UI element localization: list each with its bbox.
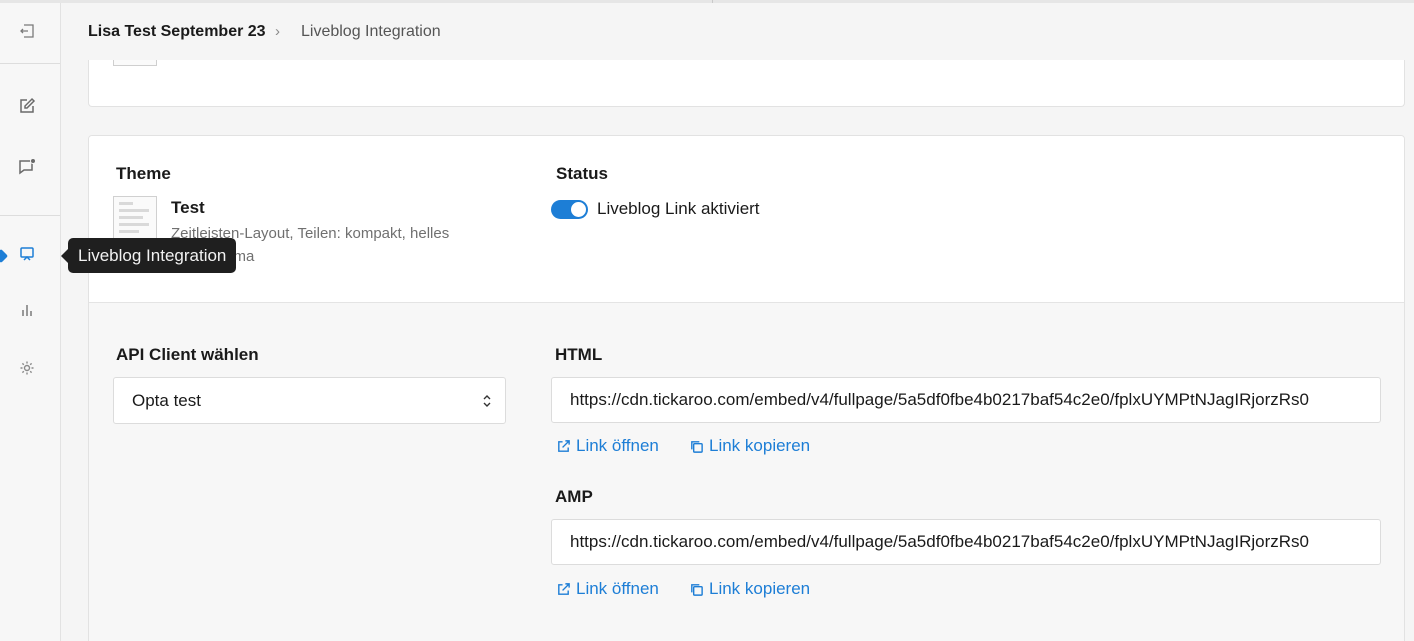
api-client-label: API Client wählen [116, 345, 259, 364]
previous-card [88, 60, 1405, 107]
monitor-icon[interactable] [17, 244, 37, 264]
gear-icon[interactable] [17, 358, 37, 378]
html-label: HTML [555, 345, 603, 364]
external-link-icon [558, 582, 570, 595]
html-open-link[interactable]: Link öffnen [556, 436, 659, 456]
liveblog-link-toggle[interactable] [551, 200, 588, 219]
breadcrumb: Lisa Test September 23 › Liveblog Integr… [61, 3, 1414, 60]
sidebar-divider [0, 215, 60, 216]
theme-label: Theme [116, 164, 171, 183]
copy-icon [691, 440, 703, 453]
collapse-icon[interactable] [17, 21, 37, 41]
html-url-field[interactable] [551, 377, 1381, 423]
status-label: Status [556, 164, 608, 183]
integration-card: Theme Test Zeitleisten-Layout, Teilen: k… [88, 135, 1405, 641]
theme-thumbnail [113, 60, 157, 66]
breadcrumb-separator: › [275, 23, 280, 40]
toggle-label: Liveblog Link aktiviert [597, 199, 760, 218]
sidebar [0, 3, 61, 641]
amp-copy-link[interactable]: Link kopieren [689, 579, 810, 599]
html-copy-link[interactable]: Link kopieren [689, 436, 810, 456]
bar-chart-icon[interactable] [17, 300, 37, 320]
html-copy-link-label: Link kopieren [709, 436, 811, 455]
breadcrumb-parent[interactable]: Lisa Test September 23 [88, 22, 266, 42]
toggle-knob [571, 202, 586, 217]
amp-open-link-label: Link öffnen [576, 579, 659, 598]
sidebar-tooltip: Liveblog Integration [60, 238, 237, 273]
amp-open-link[interactable]: Link öffnen [556, 579, 659, 599]
breadcrumb-current: Liveblog Integration [301, 23, 441, 40]
copy-icon [691, 583, 703, 596]
amp-copy-link-label: Link kopieren [709, 579, 811, 598]
html-open-link-label: Link öffnen [576, 436, 659, 455]
api-client-select[interactable]: Opta test [113, 377, 506, 424]
theme-status-section: Theme Test Zeitleisten-Layout, Teilen: k… [89, 136, 1404, 303]
active-indicator [0, 248, 9, 264]
edit-icon[interactable] [17, 96, 37, 116]
sidebar-divider [0, 63, 60, 64]
amp-label: AMP [555, 487, 593, 506]
theme-name: Test [171, 198, 205, 217]
theme-thumbnail [113, 196, 157, 240]
chevron-updown-icon [483, 395, 491, 407]
amp-url-field[interactable] [551, 519, 1381, 565]
external-link-icon [558, 439, 570, 452]
api-client-value: Opta test [132, 391, 201, 410]
comment-icon[interactable] [17, 157, 37, 177]
